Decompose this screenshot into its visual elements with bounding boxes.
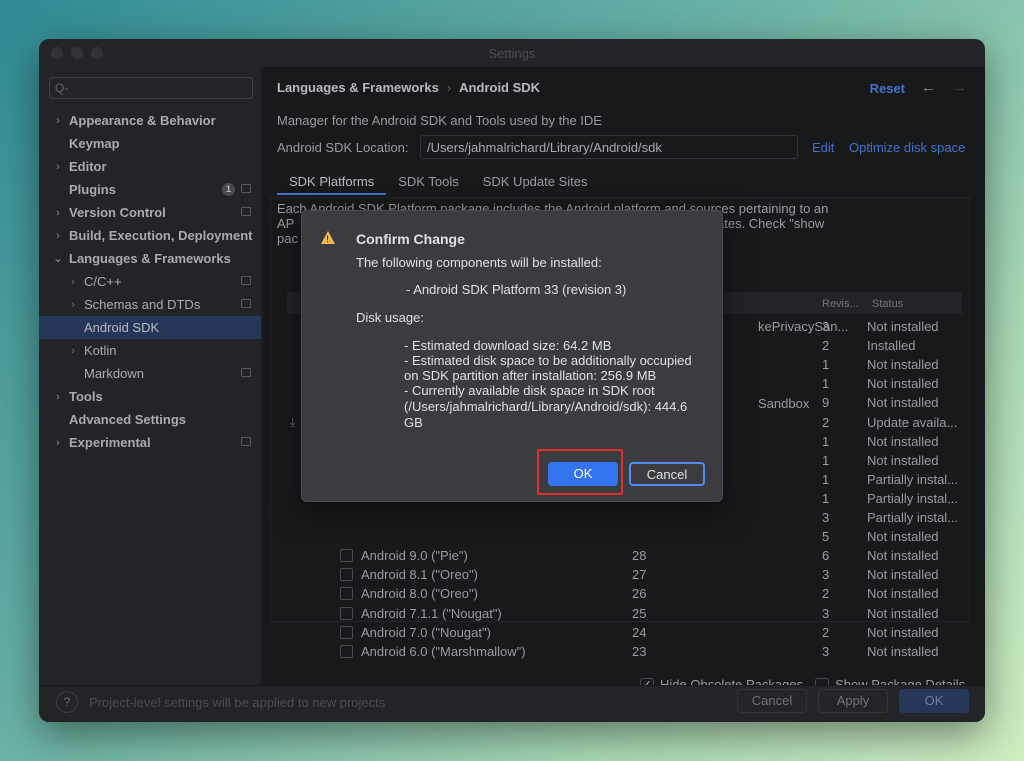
dialog-component: - Android SDK Platform 33 (revision 3)	[406, 282, 627, 297]
disk-usage-label: Disk usage:	[356, 310, 424, 325]
disk-usage-detail: - Estimated download size: 64.2 MB	[404, 338, 612, 353]
warning-icon: !	[321, 231, 335, 244]
disk-usage-detail: (/Users/jahmalrichard/Library/Android/sd…	[404, 399, 688, 414]
disk-usage-detail: GB	[404, 415, 423, 430]
disk-usage-detail: - Currently available disk space in SDK …	[404, 383, 655, 398]
disk-usage-detail: - Estimated disk space to be additionall…	[404, 353, 692, 368]
disk-usage-detail: on SDK partition after installation: 256…	[404, 368, 657, 383]
dialog-title: Confirm Change	[356, 231, 465, 247]
dialog-intro: The following components will be install…	[356, 255, 602, 270]
confirm-change-dialog: ! Confirm Change The following component…	[301, 210, 723, 502]
ok-button-highlight-box	[537, 449, 623, 495]
dialog-cancel-button[interactable]: Cancel	[629, 462, 705, 486]
